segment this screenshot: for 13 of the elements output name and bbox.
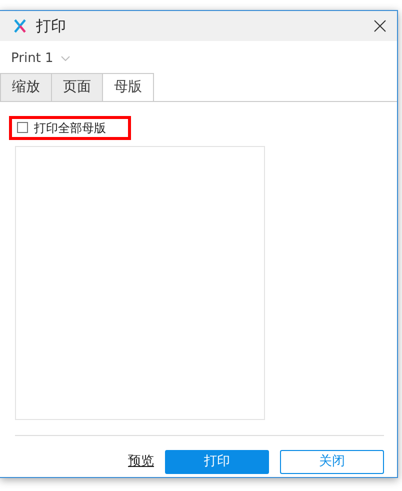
checkbox-label: 打印全部母版	[34, 120, 106, 136]
preview-link[interactable]: 预览	[128, 452, 154, 472]
chevron-down-icon	[61, 56, 70, 62]
close-icon	[374, 20, 386, 32]
checkbox[interactable]	[17, 122, 28, 133]
tab[interactable]: 页面	[51, 72, 103, 100]
window-title: 打印	[36, 16, 66, 37]
tab[interactable]: 母版	[102, 72, 154, 100]
print-button[interactable]: 打印	[165, 450, 269, 474]
app-logo-icon	[14, 19, 26, 33]
tab[interactable]: 缩放	[0, 72, 52, 100]
close-dialog-button[interactable]: 关闭	[280, 450, 384, 474]
print-dropdown[interactable]: Print 1	[0, 41, 82, 72]
